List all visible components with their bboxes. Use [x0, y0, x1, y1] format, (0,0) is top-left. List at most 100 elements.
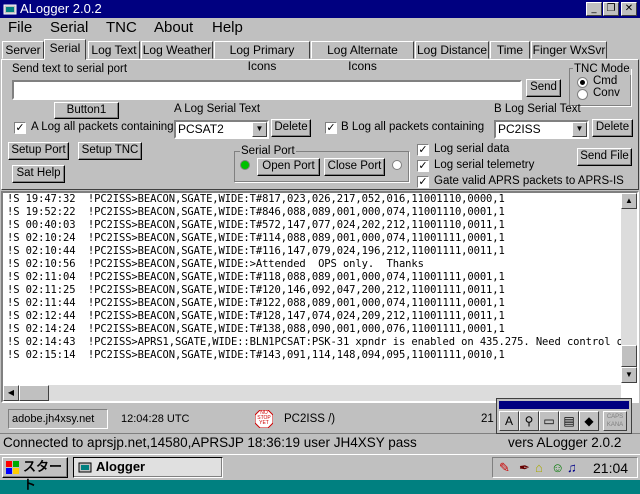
log-line: !S 02:10:44 !PC2ISS>BEACON,SGATE,WIDE:T#…	[7, 245, 505, 257]
menu-help[interactable]: Help	[212, 19, 243, 36]
log-line: !S 02:10:56 !PC2ISS>BEACON,SGATE,WIDE:>A…	[7, 258, 424, 270]
clock[interactable]: 21:04	[593, 460, 628, 476]
count-status: 21	[481, 413, 494, 425]
log-line: !S 19:52:22 !PC2ISS>BEACON,SGATE,WIDE:T#…	[7, 206, 505, 218]
ime-pad-icon[interactable]: ▤	[559, 411, 579, 431]
a-log-combo[interactable]: PCSAT2 ▼	[174, 120, 269, 139]
vertical-scrollbar[interactable]: ▲ ▼	[621, 193, 637, 383]
send-file-button[interactable]: Send File	[577, 148, 632, 166]
log-serial-telemetry-checkbox[interactable]: ✓	[417, 160, 429, 172]
sat-help-button[interactable]: Sat Help	[12, 165, 65, 183]
gate-aprs-checkbox[interactable]: ✓	[417, 176, 429, 188]
tray-speaker-icon[interactable]: ♫	[567, 460, 577, 475]
start-button[interactable]: スタート	[2, 457, 68, 492]
log-serial-data-label: Log serial data	[434, 143, 510, 155]
ime-mode-button[interactable]: A	[499, 411, 519, 431]
serial-port-label: Serial Port	[240, 145, 296, 157]
log-line: !S 02:11:25 !PC2ISS>BEACON,SGATE,WIDE:T#…	[7, 284, 505, 296]
server-status: adobe.jh4xsy.net	[8, 409, 108, 429]
connection-status-bar: Connected to aprsjp.net,14580,APRSJP 18:…	[0, 433, 640, 453]
send-button[interactable]: Send	[526, 79, 561, 97]
minimize-button[interactable]: _	[586, 2, 602, 16]
b-log-combo[interactable]: PC2ISS ▼	[494, 120, 589, 139]
a-log-label: A Log Serial Text	[174, 103, 261, 115]
log-line: !S 00:40:03 !PC2ISS>BEACON,SGATE,WIDE:T#…	[7, 219, 505, 231]
tab-log-alternate-icons[interactable]: Log Alternate Icons	[311, 41, 414, 73]
log-line: !S 02:14:43 !PC2ISS>APRS1,SGATE,WIDE::BL…	[7, 336, 636, 348]
tray-ime-icon[interactable]: ✒	[519, 460, 530, 476]
ime-kana: KANA	[606, 422, 624, 428]
utc-time: 12:04:28 UTC	[121, 413, 190, 425]
log-line: !S 02:10:24 !PC2ISS>BEACON,SGATE,WIDE:T#…	[7, 232, 505, 244]
menu-serial[interactable]: Serial	[50, 19, 88, 36]
tnc-mode-conv-label: Conv	[593, 87, 620, 99]
ime-properties-icon[interactable]: ◆	[579, 411, 599, 431]
ime-dictionary-icon[interactable]: ▭	[539, 411, 559, 431]
alogger-window: ALogger 2.0.2 _ ❐ ✕ File Serial TNC Abou…	[0, 0, 640, 492]
log-line: !S 19:47:32 !PC2ISS>BEACON,SGATE,WIDE:T#…	[7, 193, 505, 205]
scroll-down-icon[interactable]: ▼	[621, 367, 637, 383]
call-status: PC2ISS /)	[284, 413, 336, 425]
app-icon	[3, 4, 17, 15]
tray-face-icon[interactable]: ☺	[551, 460, 564, 475]
tab-strip: Server Serial Log Text Log Weather Log P…	[0, 39, 640, 73]
tab-time[interactable]: Time	[490, 41, 530, 59]
tab-finger-wxsvr[interactable]: Finger WxSvr	[531, 41, 607, 59]
tab-log-distance[interactable]: Log Distance	[415, 41, 489, 59]
tab-log-weather[interactable]: Log Weather	[141, 41, 213, 59]
ime-caps-kana-indicator: CAPS KANA	[603, 411, 627, 431]
log-line: !S 02:15:14 !PC2ISS>BEACON,SGATE,WIDE:T#…	[7, 349, 505, 361]
tab-serial[interactable]: Serial	[44, 39, 86, 60]
b-log-delete-button[interactable]: Delete	[592, 119, 633, 137]
tray-network-icon[interactable]: ⌂	[535, 460, 543, 475]
a-log-delete-button[interactable]: Delete	[271, 119, 311, 137]
a-log-dropdown-icon[interactable]: ▼	[252, 122, 267, 137]
task-alogger[interactable]: Alogger	[73, 457, 223, 478]
menu-bar: File Serial TNC About Help	[0, 18, 640, 38]
close-port-button[interactable]: Close Port	[324, 158, 385, 176]
version-status: vers ALogger 2.0.2	[508, 435, 622, 450]
menu-tnc[interactable]: TNC	[106, 19, 137, 36]
task-label: Alogger	[96, 459, 146, 474]
button1[interactable]: Button1	[54, 102, 119, 119]
setup-tnc-button[interactable]: Setup TNC	[78, 142, 142, 160]
a-log-checkbox[interactable]: ✓	[14, 122, 26, 134]
send-text-label: Send text to serial port	[12, 63, 128, 75]
windows-logo-icon	[6, 461, 19, 474]
task-app-icon	[78, 462, 92, 473]
scroll-up-icon[interactable]: ▲	[621, 193, 637, 209]
window-title: ALogger 2.0.2	[20, 1, 102, 16]
tab-log-primary-icons[interactable]: Log Primary Icons	[214, 41, 310, 73]
ime-search-icon[interactable]: ⚲	[519, 411, 539, 431]
open-port-button[interactable]: Open Port	[257, 158, 320, 176]
b-log-label: B Log Serial Text	[494, 103, 581, 115]
stop-icon-text: NO STOP YET	[257, 410, 271, 426]
a-log-value: PCSAT2	[178, 122, 224, 136]
start-label: スタート	[23, 459, 63, 492]
scroll-thumb[interactable]	[621, 345, 637, 367]
tab-log-text[interactable]: Log Text	[88, 41, 140, 59]
send-text-input[interactable]	[12, 80, 522, 100]
a-log-check-label: A Log all packets containing	[31, 121, 174, 133]
close-button[interactable]: ✕	[621, 2, 637, 16]
tab-server[interactable]: Server	[2, 41, 44, 59]
tray-pen-icon[interactable]: ✎	[499, 460, 510, 476]
serial-log[interactable]: !S 19:47:32 !PC2ISS>BEACON,SGATE,WIDE:T#…	[1, 191, 639, 403]
menu-file[interactable]: File	[8, 19, 32, 36]
ime-title-bar[interactable]	[499, 401, 629, 409]
title-bar[interactable]: ALogger 2.0.2 _ ❐ ✕	[0, 0, 640, 18]
log-serial-data-checkbox[interactable]: ✓	[417, 144, 429, 156]
menu-about[interactable]: About	[154, 19, 193, 36]
b-log-dropdown-icon[interactable]: ▼	[572, 122, 587, 137]
maximize-button[interactable]: ❐	[603, 2, 619, 16]
b-log-check-label: B Log all packets containing	[341, 121, 485, 133]
tnc-mode-cmd-radio[interactable]	[577, 77, 588, 88]
scroll-left-icon[interactable]: ◀	[3, 385, 19, 401]
h-scroll-thumb[interactable]	[19, 385, 49, 401]
b-log-checkbox[interactable]: ✓	[325, 122, 337, 134]
log-line: !S 02:12:44 !PC2ISS>BEACON,SGATE,WIDE:T#…	[7, 310, 505, 322]
tnc-mode-conv-radio[interactable]	[577, 89, 588, 100]
log-serial-telemetry-label: Log serial telemetry	[434, 159, 535, 171]
setup-port-button[interactable]: Setup Port	[8, 142, 69, 160]
tnc-mode-cmd-label: Cmd	[593, 75, 618, 87]
